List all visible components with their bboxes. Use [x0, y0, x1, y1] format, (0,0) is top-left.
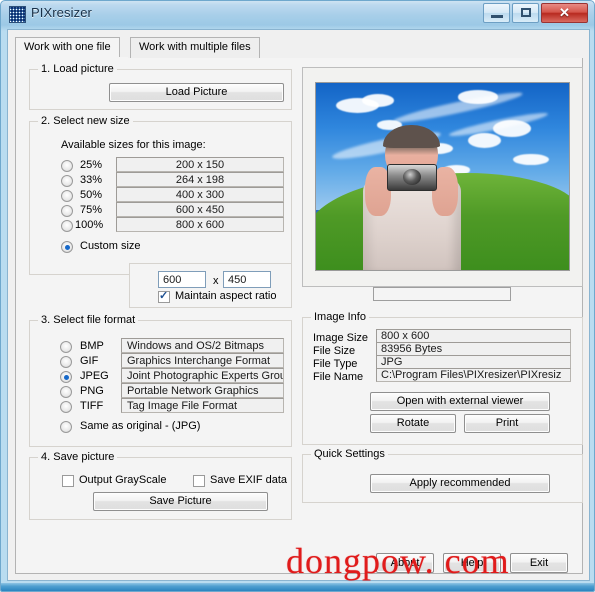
- window-title: PIXresizer: [31, 5, 92, 20]
- group-load-picture-legend: 1. Load picture: [38, 63, 117, 75]
- size-percent-100: 100%: [75, 219, 104, 231]
- group-select-new-size: 2. Select new size Available sizes for t…: [29, 115, 292, 275]
- tab-page-one-file: 1. Load picture Load Picture 2. Select n…: [15, 58, 583, 574]
- format-desc-tiff: Tag Image File Format: [121, 398, 284, 413]
- maintain-aspect-ratio-checkbox[interactable]: [158, 289, 170, 303]
- format-radio-gif[interactable]: [60, 356, 72, 368]
- save-exif-label: Save EXIF data: [210, 474, 288, 486]
- output-grayscale-label: Output GrayScale: [79, 474, 167, 486]
- format-radio-png[interactable]: [60, 386, 72, 398]
- custom-size-panel: 600 x 450 Maintain aspect ratio: [129, 263, 292, 308]
- print-button[interactable]: Print: [464, 414, 550, 433]
- file-type-value: JPG: [376, 355, 571, 369]
- group-select-new-size-legend: 2. Select new size: [38, 115, 133, 127]
- format-name-tiff: TIFF: [80, 400, 104, 412]
- tab-strip: Work with one file Work with multiple fi…: [15, 37, 583, 59]
- format-radio-bmp[interactable]: [60, 341, 72, 353]
- size-radio-33[interactable]: [61, 175, 73, 187]
- size-percent-50: 50%: [80, 189, 103, 201]
- image-size-value: 800 x 600: [376, 329, 571, 343]
- available-sizes-label: Available sizes for this image:: [61, 139, 206, 151]
- save-exif-checkbox[interactable]: [193, 475, 205, 487]
- size-value-75: 600 x 450: [116, 202, 284, 217]
- format-same-as-original-label: Same as original - (JPG): [80, 420, 201, 432]
- open-with-external-viewer-button[interactable]: Open with external viewer: [370, 392, 550, 411]
- group-image-info: Image Info Image Size 800 x 600 File Siz…: [302, 311, 583, 445]
- image-size-label: Image Size: [313, 332, 369, 344]
- output-grayscale-checkbox[interactable]: [62, 475, 74, 487]
- format-desc-png: Portable Network Graphics: [121, 383, 284, 398]
- tab-work-with-one-file[interactable]: Work with one file: [15, 37, 120, 58]
- maximize-button[interactable]: [512, 3, 539, 23]
- application-window: PIXresizer ✕ Work with one file Work wit…: [0, 0, 595, 592]
- format-name-bmp: BMP: [80, 340, 104, 352]
- group-save-picture-legend: 4. Save picture: [38, 451, 118, 463]
- custom-size-separator: x: [213, 275, 219, 287]
- format-desc-bmp: Windows and OS/2 Bitmaps: [121, 338, 284, 353]
- size-value-33: 264 x 198: [116, 172, 284, 187]
- format-name-jpeg: JPEG: [80, 370, 109, 382]
- file-type-label: File Type: [313, 358, 358, 370]
- format-radio-jpeg[interactable]: [60, 371, 72, 383]
- preview-status-panel: [373, 287, 511, 301]
- tab-work-with-multiple-files[interactable]: Work with multiple files: [130, 37, 260, 58]
- minimize-button[interactable]: [483, 3, 510, 23]
- file-name-label: File Name: [313, 371, 364, 383]
- format-radio-same-as-original[interactable]: [60, 421, 72, 433]
- client-area: Work with one file Work with multiple fi…: [7, 29, 590, 581]
- watermark-text: dongpow. com: [286, 541, 510, 581]
- size-percent-25: 25%: [80, 159, 103, 171]
- group-quick-settings: Quick Settings Apply recommended: [302, 448, 583, 503]
- size-percent-33: 33%: [80, 174, 103, 186]
- preview-photographer-figure: [356, 124, 467, 270]
- size-value-25: 200 x 150: [116, 157, 284, 172]
- group-load-picture: 1. Load picture Load Picture: [29, 63, 292, 110]
- custom-size-label: Custom size: [80, 240, 141, 252]
- format-radio-tiff[interactable]: [60, 401, 72, 413]
- rotate-button[interactable]: Rotate: [370, 414, 456, 433]
- size-percent-75: 75%: [80, 204, 103, 216]
- close-button[interactable]: ✕: [541, 3, 588, 23]
- exit-button[interactable]: Exit: [510, 553, 568, 573]
- file-size-label: File Size: [313, 345, 356, 357]
- save-picture-button[interactable]: Save Picture: [93, 492, 268, 511]
- size-radio-50[interactable]: [61, 190, 73, 202]
- size-radio-25[interactable]: [61, 160, 73, 172]
- pixresizer-app-icon: [9, 6, 26, 23]
- size-radio-100[interactable]: [61, 220, 73, 232]
- maintain-aspect-ratio-label: Maintain aspect ratio: [175, 290, 277, 302]
- format-desc-gif: Graphics Interchange Format: [121, 353, 284, 368]
- title-bar[interactable]: PIXresizer ✕: [1, 1, 594, 29]
- load-picture-button[interactable]: Load Picture: [109, 83, 284, 102]
- image-preview-canvas: [315, 82, 570, 271]
- group-select-file-format-legend: 3. Select file format: [38, 314, 139, 326]
- custom-width-input[interactable]: 600: [158, 271, 206, 288]
- size-value-100: 800 x 600: [116, 217, 284, 232]
- format-name-gif: GIF: [80, 355, 99, 367]
- preview-cloud-3: [457, 90, 499, 104]
- size-radio-75[interactable]: [61, 205, 73, 217]
- file-size-value: 83956 Bytes: [376, 342, 571, 356]
- custom-size-radio[interactable]: [61, 241, 73, 253]
- size-value-50: 400 x 300: [116, 187, 284, 202]
- format-name-png: PNG: [80, 385, 104, 397]
- format-desc-jpeg: Joint Photographic Experts Group: [121, 368, 284, 383]
- group-save-picture: 4. Save picture Output GrayScale Save EX…: [29, 451, 292, 520]
- custom-height-input[interactable]: 450: [223, 271, 271, 288]
- apply-recommended-button[interactable]: Apply recommended: [370, 474, 550, 493]
- preview-figure-hair: [383, 124, 440, 148]
- preview-figure-camera: [386, 163, 438, 191]
- file-name-value: C:\Program Files\PIXresizer\PIXresiz: [376, 368, 571, 382]
- group-image-info-legend: Image Info: [311, 311, 369, 323]
- group-select-file-format: 3. Select file format BMP Windows and OS…: [29, 314, 292, 447]
- group-quick-settings-legend: Quick Settings: [311, 448, 388, 460]
- image-preview[interactable]: [302, 67, 583, 287]
